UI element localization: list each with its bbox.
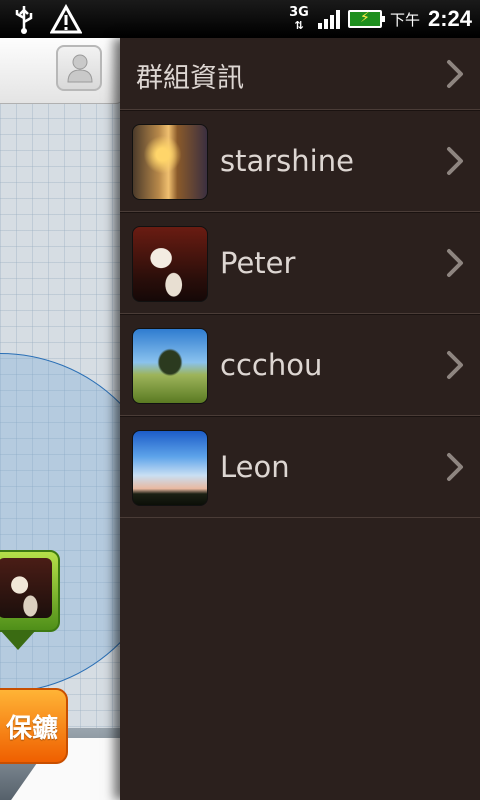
- system-icons: 3G ⇅ ⚡ 下午 2:24: [288, 0, 472, 38]
- peter-photo: [132, 226, 208, 302]
- map-top-bar: [0, 38, 122, 104]
- bodyguard-button-label: 保鑣: [5, 713, 58, 744]
- member-row-starshine[interactable]: starshine: [120, 110, 480, 212]
- chevron-right-icon: [447, 60, 463, 88]
- group-info-header[interactable]: 群組資訊: [120, 38, 480, 110]
- member-name: starshine: [220, 144, 354, 178]
- person-icon: [67, 54, 93, 83]
- 3g-data-icon: 3G ⇅: [289, 5, 309, 32]
- battery-charging-icon: ⚡: [347, 10, 385, 28]
- warning-icon: [49, 3, 83, 38]
- ccchou-photo: [132, 328, 208, 404]
- chevron-right-icon: [447, 453, 463, 481]
- pin-avatar: [0, 558, 52, 618]
- signal-icon: [317, 9, 340, 29]
- member-map-pin[interactable]: [0, 550, 60, 650]
- chevron-right-icon: [447, 249, 463, 277]
- contacts-button[interactable]: [56, 45, 102, 91]
- member-row-peter[interactable]: Peter: [120, 212, 480, 314]
- panel-title: 群組資訊: [136, 63, 244, 94]
- member-name: Peter: [220, 246, 296, 280]
- group-info-panel: 群組資訊 starshine Peter ccchou Leon: [120, 38, 480, 800]
- status-bar: 3G ⇅ ⚡ 下午 2:24: [0, 0, 480, 38]
- leon-photo: [132, 430, 208, 506]
- chevron-right-icon: [447, 351, 463, 379]
- chevron-right-icon: [447, 147, 463, 175]
- notification-icons: [12, 3, 83, 38]
- member-name: Leon: [220, 450, 290, 484]
- map-view[interactable]: 保鑣: [0, 38, 130, 800]
- member-row-ccchou[interactable]: ccchou: [120, 314, 480, 416]
- member-name: ccchou: [220, 348, 323, 382]
- usb-icon: [12, 4, 36, 38]
- clock: 2:24: [427, 6, 472, 31]
- time-period: 下午: [389, 10, 420, 29]
- starshine-photo: [132, 124, 208, 200]
- bodyguard-button[interactable]: 保鑣: [0, 688, 68, 764]
- member-row-leon[interactable]: Leon: [120, 416, 480, 518]
